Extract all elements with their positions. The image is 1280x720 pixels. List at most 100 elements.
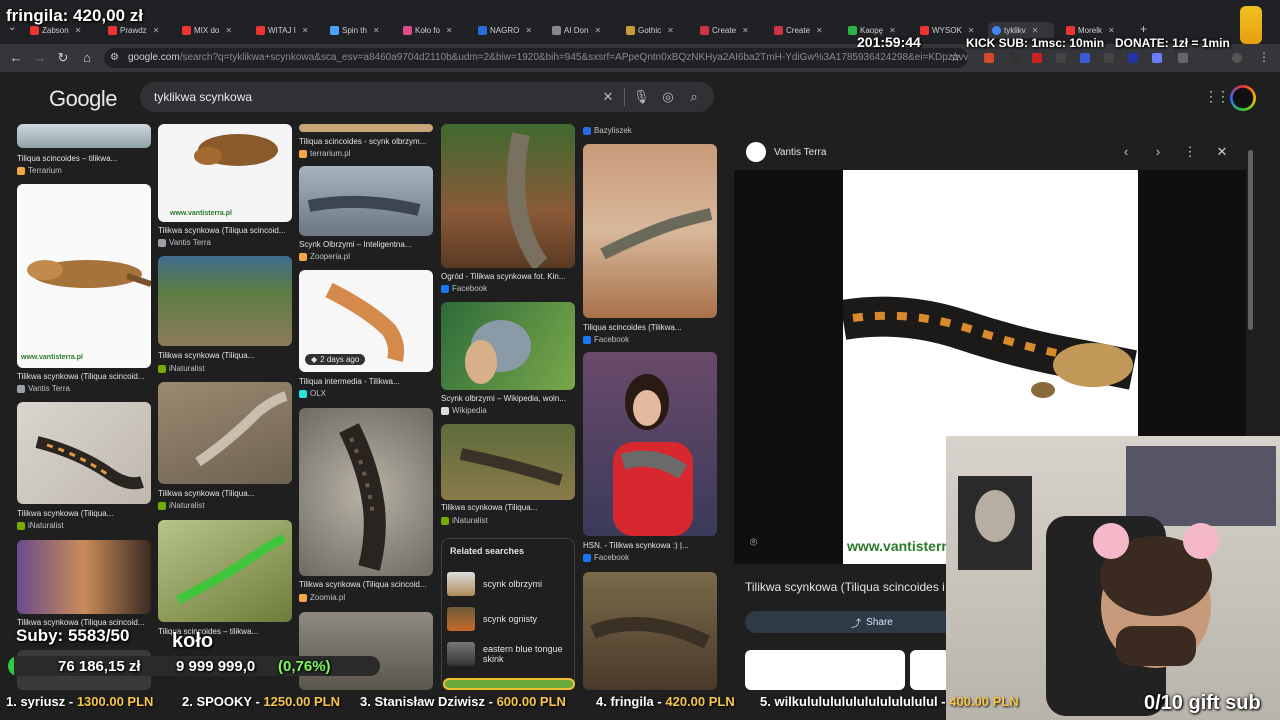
result-caption[interactable]: Tilikwa scynkowa (Tiliqua... [158,351,292,360]
scrollbar[interactable] [1248,150,1253,330]
result-source[interactable]: OLX [299,389,326,398]
extensions-puzzle-icon[interactable] [1178,53,1188,63]
browser-tab[interactable]: Koło fo ✕ [403,22,471,38]
result-image[interactable]: www.vantisterra.pl [17,184,151,368]
result-image[interactable] [583,572,717,690]
result-caption[interactable]: Ogród - Tilikwa scynkowa fot. Kin... [441,272,575,281]
result-source[interactable]: Wikipedia [441,406,487,415]
result-source[interactable]: Vantis Terra [17,384,70,393]
extension-icon[interactable] [1128,53,1138,63]
result-source[interactable]: iNaturalist [158,501,205,510]
close-tab-icon[interactable]: ✕ [373,26,380,35]
site-avatar[interactable] [746,142,766,162]
more-options-icon[interactable]: ⋮ [1182,144,1198,160]
result-caption[interactable]: Tilikwa scynkowa (Tiliqua scincoid... [17,372,151,381]
result-source[interactable]: Zooperia.pl [299,252,350,261]
extension-icon[interactable] [1080,53,1090,63]
site-info-icon[interactable]: ⚙ [110,52,119,63]
close-tab-icon[interactable]: ✕ [153,26,160,35]
result-image[interactable] [17,124,151,148]
lens-icon[interactable]: ⌾ [750,535,757,550]
result-image[interactable] [158,520,292,622]
result-image[interactable] [441,302,575,390]
browser-tab[interactable]: Spin th ✕ [330,22,398,38]
result-image[interactable] [441,124,575,268]
result-source[interactable]: Facebook [583,335,629,344]
google-logo[interactable]: Google [49,86,117,112]
search-icon[interactable]: ⌕ [686,89,702,105]
browser-tab[interactable]: Gothic ✕ [626,22,694,38]
result-caption[interactable]: Tilikwa scynkowa (Tiliqua... [441,503,575,512]
result-caption[interactable]: Scynk Olbrzymi – Inteligentna... [299,240,433,249]
related-preview-image[interactable] [745,650,905,690]
result-source[interactable]: Facebook [441,284,487,293]
result-caption[interactable]: Tiliqua scincoides (Tilikwa... [583,323,717,332]
result-image[interactable] [441,424,575,500]
close-tab-icon[interactable]: ✕ [816,26,823,35]
result-caption[interactable]: Tiliqua scincoides - scynk olbrzym... [299,137,433,146]
result-image[interactable] [299,166,433,236]
result-image[interactable] [17,402,151,504]
close-tab-icon[interactable]: ✕ [75,26,82,35]
close-tab-icon[interactable]: ✕ [302,26,309,35]
extension-icon[interactable] [1104,53,1114,63]
result-image[interactable] [443,678,575,690]
preview-site-name[interactable]: Vantis Terra [774,147,826,158]
result-source[interactable]: Facebook [583,553,629,562]
result-image[interactable] [583,352,717,536]
result-image[interactable] [299,408,433,576]
home-icon[interactable]: ⌂ [79,50,95,66]
result-caption[interactable]: Tilikwa scynkowa (Tiliqua scincoid... [158,226,292,235]
result-source[interactable]: Zoomia.pl [299,593,345,602]
result-caption[interactable]: Tilikwa scynkowa (Tiliqua... [17,509,151,518]
search-query-text[interactable]: tyklikwa scynkowa [154,90,252,104]
related-search-item[interactable]: scynk ognisty [447,606,573,632]
related-preview-image[interactable] [910,650,950,690]
reload-icon[interactable]: ↻ [55,50,71,66]
result-source[interactable]: terrarium.pl [299,149,350,158]
voice-search-icon[interactable]: 🎙 [633,89,650,105]
result-image[interactable] [158,256,292,346]
close-icon[interactable]: ✕ [1214,144,1230,160]
account-avatar[interactable] [1230,85,1256,111]
result-source[interactable]: iNaturalist [158,364,205,373]
extension-icon[interactable] [1056,53,1066,63]
browser-tab[interactable]: NAGRO ✕ [478,22,546,38]
result-caption[interactable]: Tilikwa scynkowa (Tiliqua scincoid... [299,580,433,589]
new-tab-icon[interactable]: + [1140,22,1147,36]
extension-icon[interactable] [984,53,994,63]
related-search-item[interactable]: scynk olbrzymi [447,571,573,597]
extension-icon[interactable] [1010,53,1020,63]
next-icon[interactable]: › [1150,144,1166,159]
browser-tab[interactable]: WITAJ I ✕ [256,22,324,38]
address-bar[interactable]: google.com/search?q=tyklikwa+scynkowa&sc… [104,48,968,68]
result-image[interactable] [299,124,433,132]
browser-tab[interactable]: Create ✕ [700,22,768,38]
close-tab-icon[interactable]: ✕ [1032,26,1039,35]
result-source[interactable]: iNaturalist [17,521,64,530]
back-icon[interactable]: ← [8,50,24,66]
result-caption[interactable]: Scynk olbrzymi – Wikipedia, woln... [441,394,575,403]
extension-icon[interactable] [1152,53,1162,63]
close-tab-icon[interactable]: ✕ [594,26,601,35]
forward-icon[interactable]: → [32,50,48,66]
browser-tab[interactable]: MIX do ✕ [182,22,250,38]
browser-tab[interactable]: Create ✕ [774,22,836,38]
result-caption[interactable]: HSN. - Tilikwa scynkowa :) |... [583,541,717,550]
close-tab-icon[interactable]: ✕ [1108,26,1115,35]
close-tab-icon[interactable]: ✕ [525,26,532,35]
result-source[interactable]: Terrarium [17,166,62,175]
preview-title[interactable]: Tilikwa scynkowa (Tiliqua scincoides i [745,580,945,594]
browser-tab[interactable]: AI Don ✕ [552,22,620,38]
result-image[interactable] [17,540,151,614]
lens-search-icon[interactable]: ◎ [660,89,676,105]
close-tab-icon[interactable]: ✕ [667,26,674,35]
result-image[interactable] [299,612,433,690]
close-tab-icon[interactable]: ✕ [225,26,232,35]
extension-icon[interactable] [1032,53,1042,63]
bookmark-star-icon[interactable]: ☆ [950,50,961,64]
result-source[interactable]: Vantis Terra [158,238,211,247]
close-tab-icon[interactable]: ✕ [446,26,453,35]
close-tab-icon[interactable]: ✕ [742,26,749,35]
result-caption[interactable]: Tilikwa scynkowa (Tiliqua... [158,489,292,498]
